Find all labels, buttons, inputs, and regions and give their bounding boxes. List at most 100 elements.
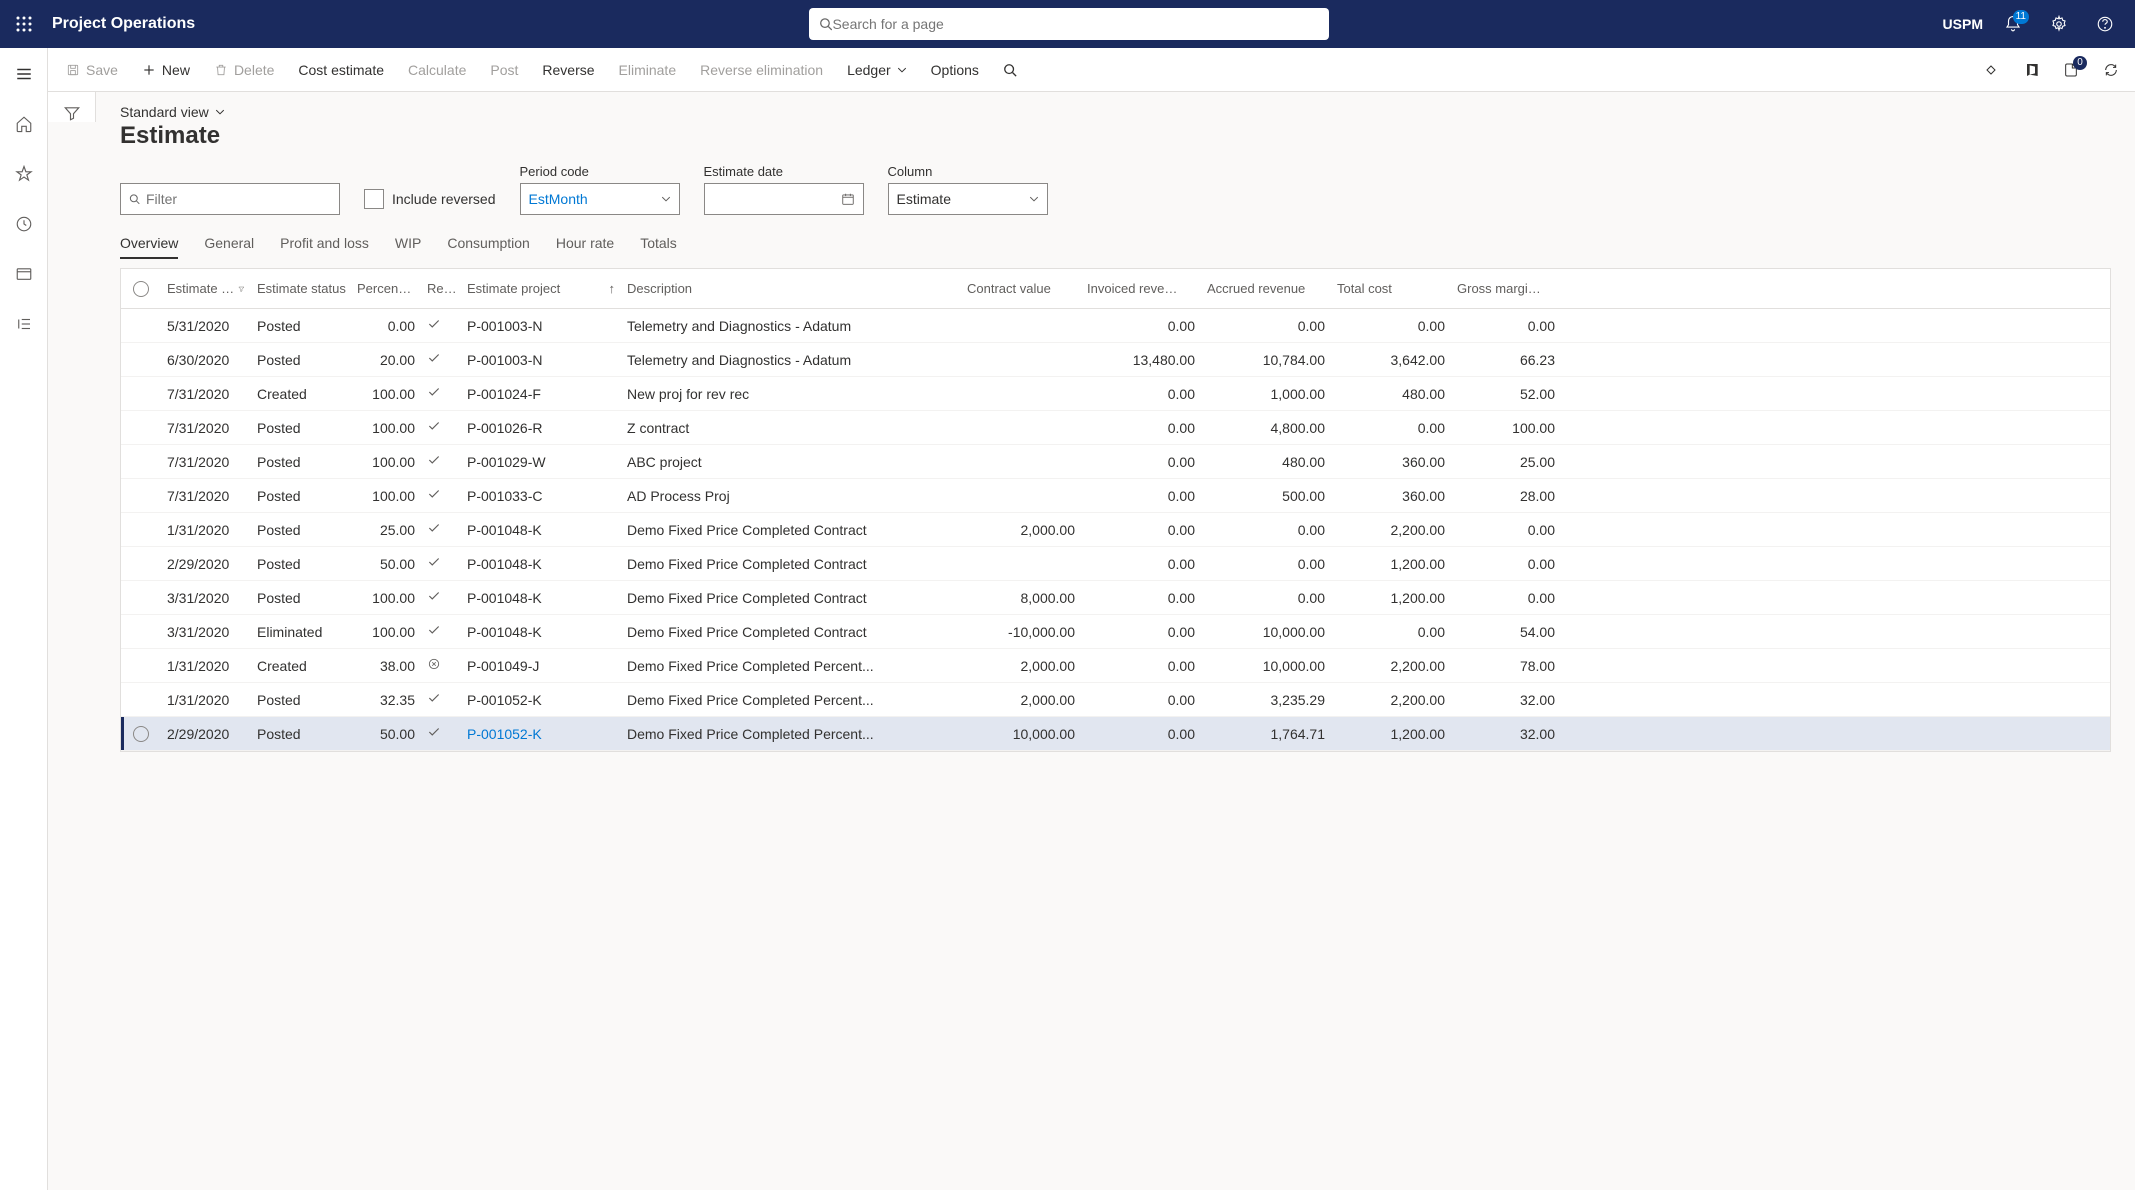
- grid-row[interactable]: 7/31/2020Created100.00P-001024-FNew proj…: [121, 377, 2110, 411]
- checkbox-icon[interactable]: [364, 189, 384, 209]
- col-re[interactable]: Re…: [421, 281, 461, 296]
- cell-percent: 32.35: [351, 692, 421, 708]
- filter-input[interactable]: [120, 183, 340, 215]
- tab-consumption[interactable]: Consumption: [447, 229, 530, 259]
- cell-project[interactable]: P-001048-K: [461, 522, 621, 538]
- app-launcher-icon[interactable]: [8, 8, 40, 40]
- hamburger-icon[interactable]: [8, 58, 40, 90]
- column-combo[interactable]: Estimate: [888, 183, 1048, 215]
- grid-header: Estimate … Estimate status Percen… Re… E…: [121, 269, 2110, 309]
- settings-icon[interactable]: [2043, 8, 2075, 40]
- cell-project[interactable]: P-001048-K: [461, 590, 621, 606]
- cell-re-icon: [421, 385, 461, 402]
- delete-button[interactable]: Delete: [204, 56, 284, 84]
- global-search[interactable]: [809, 8, 1329, 40]
- cost-estimate-button[interactable]: Cost estimate: [288, 56, 394, 84]
- row-radio[interactable]: [133, 726, 149, 742]
- cell-project[interactable]: P-001026-R: [461, 420, 621, 436]
- period-code-combo[interactable]: EstMonth: [520, 183, 680, 215]
- new-button[interactable]: New: [132, 56, 200, 84]
- chevron-down-icon: [661, 194, 671, 204]
- grid-row[interactable]: 1/31/2020Posted25.00P-001048-KDemo Fixed…: [121, 513, 2110, 547]
- grid-row[interactable]: 7/31/2020Posted100.00P-001029-WABC proje…: [121, 445, 2110, 479]
- filter-pane-toggle[interactable]: [48, 92, 96, 122]
- notifications-icon[interactable]: 11: [1997, 8, 2029, 40]
- view-selector[interactable]: Standard view: [120, 104, 2111, 120]
- grid-row[interactable]: 3/31/2020Eliminated100.00P-001048-KDemo …: [121, 615, 2110, 649]
- user-label[interactable]: USPM: [1943, 16, 1983, 32]
- refresh-icon[interactable]: [2095, 54, 2127, 86]
- col-accrued[interactable]: Accrued revenue: [1201, 281, 1331, 296]
- col-percent[interactable]: Percen…: [351, 281, 421, 296]
- workspace-icon[interactable]: [8, 258, 40, 290]
- clock-icon[interactable]: [8, 208, 40, 240]
- col-estimate-date[interactable]: Estimate …: [161, 281, 251, 296]
- cell-project[interactable]: P-001048-K: [461, 556, 621, 572]
- grid-row[interactable]: 5/31/2020Posted0.00P-001003-NTelemetry a…: [121, 309, 2110, 343]
- grid-row[interactable]: 7/31/2020Posted100.00P-001026-RZ contrac…: [121, 411, 2110, 445]
- ledger-button[interactable]: Ledger: [837, 56, 917, 84]
- cell-project[interactable]: P-001052-K: [461, 726, 621, 742]
- post-button[interactable]: Post: [480, 56, 528, 84]
- cell-project[interactable]: P-001029-W: [461, 454, 621, 470]
- cell-date: 7/31/2020: [161, 454, 251, 470]
- col-total-cost[interactable]: Total cost: [1331, 281, 1451, 296]
- open-in-office-icon[interactable]: [2015, 54, 2047, 86]
- cell-project[interactable]: P-001003-N: [461, 318, 621, 334]
- notification-badge: 11: [2013, 10, 2029, 24]
- grid-row[interactable]: 1/31/2020Posted32.35P-001052-KDemo Fixed…: [121, 683, 2110, 717]
- reverse-button[interactable]: Reverse: [532, 56, 604, 84]
- cell-project[interactable]: P-001024-F: [461, 386, 621, 402]
- home-icon[interactable]: [8, 108, 40, 140]
- tab-overview[interactable]: Overview: [120, 229, 178, 259]
- cell-contract: 2,000.00: [961, 658, 1081, 674]
- tab-general[interactable]: General: [204, 229, 254, 259]
- grid-row[interactable]: 2/29/2020Posted50.00P-001048-KDemo Fixed…: [121, 547, 2110, 581]
- estimate-date-input[interactable]: [704, 183, 864, 215]
- cell-project[interactable]: P-001033-C: [461, 488, 621, 504]
- filter-text-input[interactable]: [146, 191, 331, 207]
- cell-project[interactable]: P-001003-N: [461, 352, 621, 368]
- tab-totals[interactable]: Totals: [640, 229, 677, 259]
- cell-gross: 78.00: [1451, 658, 1561, 674]
- col-estimate-status[interactable]: Estimate status: [251, 281, 351, 296]
- search-input[interactable]: [832, 16, 1318, 32]
- attachments-icon[interactable]: 0: [2055, 54, 2087, 86]
- grid-row[interactable]: 1/31/2020Created38.00P-001049-JDemo Fixe…: [121, 649, 2110, 683]
- cell-description: Demo Fixed Price Completed Contract: [621, 522, 961, 538]
- col-gross[interactable]: Gross margi…: [1451, 281, 1561, 296]
- cell-invoiced: 13,480.00: [1081, 352, 1201, 368]
- col-invoiced[interactable]: Invoiced reve…: [1081, 281, 1201, 296]
- cell-accrued: 480.00: [1201, 454, 1331, 470]
- include-reversed-checkbox[interactable]: Include reversed: [364, 183, 496, 215]
- help-icon[interactable]: [2089, 8, 2121, 40]
- col-project[interactable]: Estimate project↑: [461, 281, 621, 296]
- select-all-radio[interactable]: [133, 281, 149, 297]
- options-button[interactable]: Options: [921, 56, 989, 84]
- grid-row[interactable]: 7/31/2020Posted100.00P-001033-CAD Proces…: [121, 479, 2110, 513]
- cell-project[interactable]: P-001052-K: [461, 692, 621, 708]
- star-icon[interactable]: [8, 158, 40, 190]
- grid-row[interactable]: 2/29/2020Posted50.00P-001052-KDemo Fixed…: [121, 717, 2110, 751]
- find-button[interactable]: [993, 57, 1027, 83]
- cell-gross: 0.00: [1451, 556, 1561, 572]
- cell-project[interactable]: P-001049-J: [461, 658, 621, 674]
- tab-hour-rate[interactable]: Hour rate: [556, 229, 614, 259]
- grid-row[interactable]: 3/31/2020Posted100.00P-001048-KDemo Fixe…: [121, 581, 2110, 615]
- cell-project[interactable]: P-001048-K: [461, 624, 621, 640]
- save-button[interactable]: Save: [56, 56, 128, 84]
- cell-status: Posted: [251, 352, 351, 368]
- modules-icon[interactable]: [8, 308, 40, 340]
- reverse-elimination-button[interactable]: Reverse elimination: [690, 56, 833, 84]
- grid-row[interactable]: 6/30/2020Posted20.00P-001003-NTelemetry …: [121, 343, 2110, 377]
- eliminate-button[interactable]: Eliminate: [609, 56, 687, 84]
- col-description[interactable]: Description: [621, 281, 961, 296]
- tab-wip[interactable]: WIP: [395, 229, 421, 259]
- personalize-icon[interactable]: [1975, 54, 2007, 86]
- calculate-button[interactable]: Calculate: [398, 56, 476, 84]
- cell-description: ABC project: [621, 454, 961, 470]
- tab-pnl[interactable]: Profit and loss: [280, 229, 369, 259]
- cell-accrued: 1,000.00: [1201, 386, 1331, 402]
- col-contract[interactable]: Contract value: [961, 281, 1081, 296]
- cell-re-icon: [421, 691, 461, 708]
